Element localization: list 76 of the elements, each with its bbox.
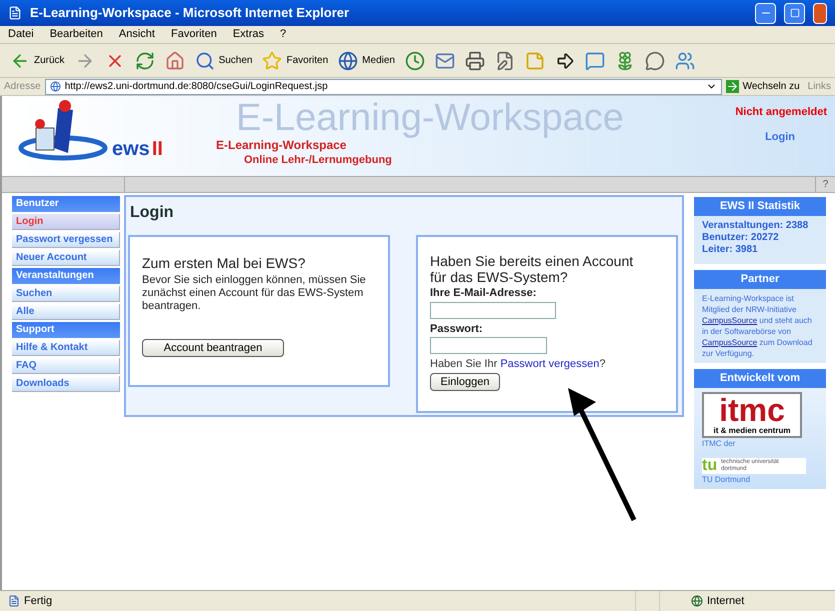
menu-item[interactable]: Ansicht <box>118 26 155 43</box>
sidebar-section: Benutzer <box>12 196 120 212</box>
clock-icon <box>404 50 425 70</box>
panel-title: EWS II Statistik <box>694 197 826 216</box>
banner-backdrop-text: E-Learning-Workspace <box>236 98 624 138</box>
star-icon <box>262 50 282 70</box>
window-title: E-Learning-Workspace - Microsoft Internet Explorer <box>30 4 350 22</box>
toolbar-button[interactable]: Suchen <box>192 48 254 74</box>
email-label: Ihre E-Mail-Adresse: <box>430 286 538 301</box>
sidebar-item[interactable]: Hilfe & Kontakt <box>12 340 120 356</box>
login-status: Nicht angemeldet <box>735 105 827 120</box>
toolbar-button[interactable]: Favoriten <box>260 48 330 74</box>
stat-line: Benutzer: 20272 <box>702 232 780 244</box>
close-button[interactable] <box>813 2 827 24</box>
sidebar-item[interactable]: Alle <box>12 304 120 320</box>
zone-text: Internet <box>707 594 746 609</box>
maximize-icon <box>790 8 800 18</box>
site-subtitle: Online Lehr-/Lernumgebung <box>244 153 393 167</box>
mail-icon <box>434 50 455 70</box>
help-button[interactable]: ? <box>815 177 835 192</box>
note-icon <box>524 50 545 70</box>
globe-icon <box>691 595 703 607</box>
register-text: Bevor Sie sich einloggen können, müssen Sie zunächst einen Account für das EWS-System beantragen. <box>142 274 367 313</box>
home-icon <box>164 50 185 70</box>
menu-item[interactable]: ? <box>280 26 286 43</box>
minimize-button[interactable] <box>755 2 776 24</box>
itmc-caption: ITMC der <box>701 438 736 450</box>
maximize-button[interactable] <box>784 2 805 24</box>
sidebar-item[interactable]: Suchen <box>12 286 120 302</box>
go-button[interactable]: Wechseln zu <box>726 79 800 94</box>
panel-title: Partner <box>694 270 826 289</box>
menu-item[interactable]: Bearbeiten <box>50 26 103 43</box>
site-title: E-Learning-Workspace <box>216 138 348 153</box>
password-label: Passwort: <box>430 322 484 336</box>
sidebar-item[interactable]: FAQ <box>12 358 120 374</box>
sidebar-section: Veranstaltungen <box>12 268 120 284</box>
request-account-button[interactable]: Account beantragen <box>142 339 284 357</box>
panel-heading: Zum ersten Mal bei EWS? <box>142 254 306 273</box>
menu-item[interactable]: Extras <box>232 26 264 43</box>
stat-line: Leiter: 3981 <box>702 244 759 256</box>
itmc-logo: itmc it & medien centrum <box>702 392 802 438</box>
people-icon <box>674 50 695 70</box>
address-field[interactable]: http://ews2.uni-dortmund.de:8080/cseGui/LoginRequest.jsp <box>44 78 722 94</box>
messenger-icon <box>584 50 605 70</box>
menu-item[interactable]: Favoriten <box>170 26 217 43</box>
address-label: Adresse <box>4 80 41 94</box>
sidebar-section: Support <box>12 322 120 338</box>
chat-icon <box>644 50 665 70</box>
toolbar-button[interactable]: Zurück <box>8 48 67 74</box>
menu-item[interactable]: Datei <box>8 26 34 43</box>
login-button[interactable]: Einloggen <box>430 372 500 390</box>
forgot-password-link[interactable]: Passwort vergessen <box>500 358 600 370</box>
sidebar-item[interactable]: Neuer Account <box>12 250 120 266</box>
email-input[interactable] <box>430 302 556 318</box>
tu-caption: TU Dortmund <box>701 474 752 486</box>
forgot-password-text: Haben Sie Ihr Passwort vergessen? <box>430 357 606 372</box>
status-text: Fertig <box>24 594 54 609</box>
printer-icon <box>464 50 485 70</box>
page-heading: Login <box>129 203 175 223</box>
edit-icon <box>494 50 515 70</box>
stat-line: Veranstaltungen: 2388 <box>702 220 810 232</box>
password-input[interactable] <box>430 337 547 354</box>
panel-title: Entwickelt vom <box>694 369 826 388</box>
globe-icon <box>338 50 358 70</box>
toolbar-button[interactable]: Medien <box>336 48 397 74</box>
campussource-link[interactable]: CampusSource <box>702 316 758 325</box>
login-link[interactable]: Login <box>765 128 795 145</box>
refresh-icon <box>134 50 155 70</box>
search-icon <box>194 50 215 70</box>
arrow-icon <box>554 50 575 70</box>
logo-text: ewsII <box>112 137 163 162</box>
partner-text: E-Learning-Workspace ist Mitglied der NRW-Initiative CampusSource und steht auch in der Softwarebörse von CampusSource zum Download zur Verfügung. <box>701 293 814 359</box>
campussource-link[interactable]: CampusSource <box>702 338 758 347</box>
panel-heading: Haben Sie bereits einen Account für das EWS-System? <box>430 253 634 285</box>
sidebar-item[interactable]: Passwort vergessen <box>12 232 120 248</box>
sidebar-item[interactable]: Downloads <box>12 376 120 392</box>
